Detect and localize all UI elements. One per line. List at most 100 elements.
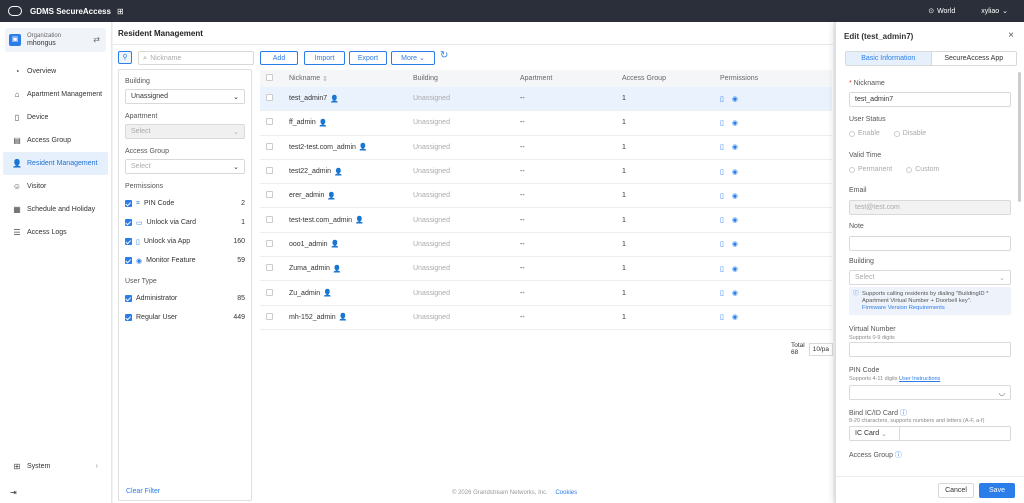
bind-card-input[interactable]: IC Card ⌄ (849, 426, 1011, 441)
collapse-sidebar-icon[interactable]: ⇥ (10, 488, 17, 497)
row-checkbox[interactable] (266, 167, 273, 175)
checkbox-checked[interactable] (125, 200, 132, 207)
row-checkbox[interactable] (266, 288, 273, 296)
pin-code-input[interactable]: ◡ (849, 385, 1011, 400)
organization-switcher[interactable]: ▣ Organization mhongus ⇄ (5, 28, 106, 52)
permission-unlock-card-checkbox[interactable]: ▭ Unlock via Card 1 (125, 213, 245, 232)
add-button[interactable]: Add (260, 51, 298, 65)
building-filter-select[interactable]: Unassigned ⌄ (125, 89, 245, 104)
sidebar-item-schedule-and-holiday[interactable]: ▦ Schedule and Holiday (3, 198, 108, 221)
table-row[interactable]: ooo1_admin 👤 Unassigned -- 1 ▯ ◉ (260, 233, 832, 258)
building-select[interactable]: Select ⌄ (849, 270, 1011, 285)
enable-radio[interactable]: Enable (849, 130, 880, 137)
table-row[interactable]: test2-test.com_admin 👤 Unassigned -- 1 ▯ ◉ (260, 136, 832, 160)
user-icon: 👤 (358, 144, 368, 152)
note-input[interactable] (849, 236, 1011, 251)
table-row[interactable]: Zuma_admin 👤 Unassigned -- 1 ▯ ◉ (260, 257, 832, 282)
clear-filter-link[interactable]: Clear Filter (126, 488, 160, 495)
nickname-input[interactable]: test_admin7 (849, 92, 1011, 107)
card-type-select[interactable]: IC Card ⌄ (850, 427, 900, 440)
table-row[interactable]: mh-152_admin 👤 Unassigned -- 1 ▯ ◉ (260, 306, 832, 330)
user-instructions-link[interactable]: User Instructions (899, 376, 940, 382)
row-checkbox[interactable] (266, 312, 273, 320)
permanent-radio[interactable]: Permanent (849, 166, 892, 173)
region-selector[interactable]: ⊙ World (928, 7, 955, 16)
calendar-icon: ▦ (13, 205, 21, 214)
sidebar-item-apartment-management[interactable]: ⌂ Apartment Management (3, 83, 108, 106)
row-checkbox[interactable] (266, 215, 273, 223)
filter-toggle-button[interactable]: ⚲ (118, 51, 132, 64)
checkbox-checked[interactable] (125, 219, 132, 226)
building-placeholder: Select (855, 274, 875, 281)
row-checkbox[interactable] (266, 264, 273, 272)
tab-basic-information[interactable]: Basic Information (846, 52, 932, 65)
sidebar-item-system[interactable]: ⊞ System › (3, 455, 108, 478)
sidebar-item-access-logs[interactable]: ☰ Access Logs (3, 221, 108, 244)
access-group-label-text: Access Group (849, 452, 893, 459)
permission-monitor-checkbox[interactable]: ◉ Monitor Feature 59 (125, 251, 245, 270)
user-type-regular-checkbox[interactable]: Regular User 449 (125, 308, 245, 327)
user-type-administrator-checkbox[interactable]: Administrator 85 (125, 289, 245, 308)
monitor-icon: ◉ (731, 290, 738, 298)
export-button[interactable]: Export (349, 51, 387, 65)
sort-icon[interactable]: ⇕ (322, 75, 328, 83)
swap-icon[interactable]: ⇄ (93, 35, 100, 44)
permission-unlock-app-checkbox[interactable]: ▯ Unlock via App 160 (125, 232, 245, 251)
cancel-button[interactable]: Cancel (938, 483, 974, 498)
table-row[interactable]: test-test.com_admin 👤 Unassigned -- 1 ▯ ◉ (260, 208, 832, 233)
permission-count: 160 (233, 238, 245, 245)
monitor-icon: ◉ (731, 119, 738, 127)
table-row[interactable]: test_admin7 👤 Unassigned -- 1 ▯ ◉ (260, 87, 832, 112)
save-button[interactable]: Save (979, 483, 1015, 498)
eye-icon[interactable]: ◡ (999, 389, 1005, 397)
app-grid-icon[interactable]: ⊞ (117, 7, 124, 16)
sidebar-item-resident-management[interactable]: 👤 Resident Management (3, 152, 108, 175)
row-checkbox[interactable] (266, 94, 273, 102)
table-row[interactable]: Zu_admin 👤 Unassigned -- 1 ▯ ◉ (260, 281, 832, 306)
row-checkbox[interactable] (266, 239, 273, 247)
disable-radio[interactable]: Disable (893, 130, 926, 137)
nickname-cell: test22_admin (289, 168, 332, 176)
sidebar-item-access-group[interactable]: ▤ Access Group (3, 129, 108, 152)
access-group-filter-select[interactable]: Select ⌄ (125, 159, 245, 174)
row-checkbox[interactable] (266, 191, 273, 199)
phone-icon: ▯ (720, 265, 724, 273)
import-button[interactable]: Import (304, 51, 345, 65)
custom-radio[interactable]: Custom (906, 166, 939, 173)
sidebar-item-visitor[interactable]: ☺ Visitor (3, 175, 108, 198)
checkbox-checked[interactable] (125, 295, 132, 302)
sidebar-item-device[interactable]: ▯ Device (3, 106, 108, 129)
checkbox-checked[interactable] (125, 238, 132, 245)
overview-icon: ◔ (14, 67, 20, 76)
row-checkbox[interactable] (266, 142, 273, 150)
close-icon[interactable]: × (1008, 30, 1014, 41)
user-menu[interactable]: xyliao ⌄ (981, 7, 1008, 16)
column-header-nickname[interactable]: Nickname ⇕ (289, 75, 413, 83)
checkbox-checked[interactable] (125, 314, 132, 321)
refresh-icon[interactable]: ↻ (440, 50, 448, 61)
chevron-down-icon: ⌄ (233, 163, 239, 171)
more-button[interactable]: More ⌄ (391, 51, 435, 65)
checkbox-checked[interactable] (125, 257, 132, 264)
tab-secureaccess-app[interactable]: SecureAccess App (932, 52, 1017, 65)
table-row[interactable]: test22_admin 👤 Unassigned -- 1 ▯ ◉ (260, 160, 832, 185)
drawer-scrollbar[interactable] (1018, 72, 1021, 202)
virtual-number-input[interactable] (849, 342, 1011, 357)
access-group-cell: 1 (622, 192, 626, 200)
select-all-checkbox[interactable] (266, 74, 273, 81)
table-row[interactable]: ff_admin 👤 Unassigned -- 1 ▯ ◉ (260, 111, 832, 136)
help-icon[interactable]: ⓘ (900, 410, 907, 417)
firmware-requirements-link[interactable]: Firmware Version Requirements (862, 305, 1007, 312)
row-checkbox[interactable] (266, 118, 273, 126)
sidebar-item-overview[interactable]: ◔ Overview (3, 60, 108, 83)
table-row[interactable]: erer_admin 👤 Unassigned -- 1 ▯ ◉ (260, 184, 832, 209)
user-icon: 👤 (330, 241, 340, 249)
page-size-select[interactable]: 10/pa (808, 342, 834, 356)
apartment-filter-select[interactable]: Select ⌄ (125, 124, 245, 139)
bind-card-label: Bind IC/ID Card ⓘ (849, 408, 907, 418)
search-input[interactable]: ⌕ Nickname (138, 51, 254, 65)
total-count: Total 68 (791, 342, 805, 356)
cookies-link[interactable]: Cookies (555, 490, 577, 496)
permission-pin-code-checkbox[interactable]: ⌗ PIN Code 2 (125, 194, 245, 213)
help-icon[interactable]: ⓘ (895, 452, 902, 459)
